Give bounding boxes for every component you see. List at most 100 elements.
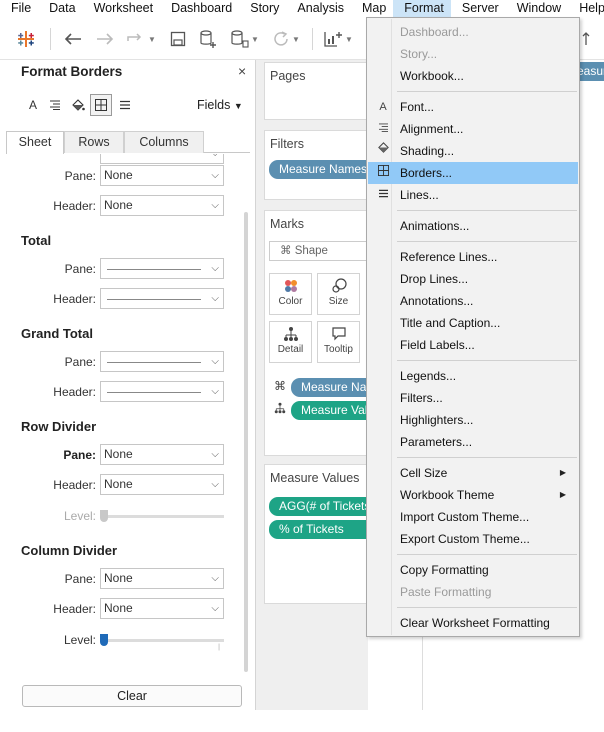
- row-divider-pane-label: Pane:: [63, 448, 96, 462]
- tab-sheet[interactable]: Sheet: [6, 131, 64, 154]
- pane-dropdown[interactable]: None ⌵: [100, 165, 224, 186]
- menu-item-cell-size[interactable]: Cell Size ▶: [368, 462, 578, 484]
- menu-map[interactable]: Map: [351, 0, 393, 17]
- clear-button[interactable]: Clear: [22, 685, 242, 707]
- menu-file[interactable]: File: [0, 0, 38, 17]
- grand-total-pane-dropdown[interactable]: ⌵: [100, 351, 224, 372]
- menu-separator: [397, 360, 577, 361]
- tooltip-button[interactable]: Tooltip: [317, 321, 360, 363]
- format-scrollbar[interactable]: [243, 212, 249, 732]
- menu-window[interactable]: Window: [506, 0, 568, 17]
- font-icon[interactable]: A: [22, 94, 44, 116]
- detail-button[interactable]: Detail: [269, 321, 312, 363]
- shading-icon[interactable]: [67, 94, 89, 116]
- menu-format[interactable]: Format: [393, 0, 451, 17]
- menu-item-import-custom-theme[interactable]: Import Custom Theme...: [368, 506, 578, 528]
- tab-columns[interactable]: Columns: [124, 131, 204, 153]
- column-divider-level-label: Level:: [63, 633, 96, 647]
- total-header-dropdown[interactable]: ⌵: [100, 288, 224, 309]
- slider-thumb[interactable]: [100, 510, 108, 522]
- menu-item-copy-formatting[interactable]: Copy Formatting: [368, 559, 578, 581]
- new-data-source-icon[interactable]: [196, 27, 220, 51]
- color-button[interactable]: Color: [269, 273, 312, 315]
- menu-dashboard[interactable]: Dashboard: [160, 0, 239, 17]
- menu-item-label: Story...: [400, 47, 438, 61]
- slider-thumb[interactable]: [100, 634, 108, 646]
- redo-menu-icon[interactable]: ▼: [124, 27, 158, 51]
- tooltip-icon: [318, 326, 359, 344]
- fields-dropdown[interactable]: Fields ▼: [197, 98, 243, 112]
- chevron-down-icon: ▼: [233, 101, 243, 111]
- swap-icon[interactable]: [580, 27, 600, 51]
- tableau-logo-icon[interactable]: [14, 27, 38, 51]
- menu-item-alignment[interactable]: Alignment...: [368, 118, 578, 140]
- menu-item-label: Reference Lines...: [400, 250, 498, 264]
- menu-item-filters[interactable]: Filters...: [368, 387, 578, 409]
- row-divider-level-slider[interactable]: [100, 510, 224, 522]
- menu-item-reference-lines[interactable]: Reference Lines...: [368, 246, 578, 268]
- color-icon: [270, 278, 311, 296]
- row-divider-pane-value: None: [104, 447, 133, 461]
- header-label: Header:: [53, 199, 96, 213]
- format-type-icons: A Fields ▼: [0, 94, 256, 120]
- menu-data[interactable]: Data: [38, 0, 82, 17]
- mark-type-dropdown[interactable]: ⌘ Shape: [269, 241, 379, 261]
- pane-value: None: [104, 168, 133, 182]
- tab-rows[interactable]: Rows: [64, 131, 124, 153]
- menu-item-field-labels[interactable]: Field Labels...: [368, 334, 578, 356]
- pause-updates-icon[interactable]: ▼: [226, 27, 262, 51]
- column-divider-pane-dropdown[interactable]: None ⌵: [100, 568, 224, 589]
- menu-item-export-custom-theme[interactable]: Export Custom Theme...: [368, 528, 578, 550]
- new-worksheet-icon[interactable]: ▼: [320, 27, 356, 51]
- menu-item-animations[interactable]: Animations...: [368, 215, 578, 237]
- tooltip-label: Tooltip: [324, 344, 353, 355]
- menu-story[interactable]: Story: [239, 0, 286, 17]
- menu-help[interactable]: Help: [568, 0, 604, 17]
- menu-item-annotations[interactable]: Annotations...: [368, 290, 578, 312]
- menu-item-lines[interactable]: Lines...: [368, 184, 578, 206]
- row-divider-title: Row Divider: [21, 419, 97, 434]
- menu-server[interactable]: Server: [451, 0, 506, 17]
- menu-item-label: Highlighters...: [400, 413, 474, 427]
- partial-dropdown[interactable]: ⌵: [100, 154, 224, 164]
- undo-icon[interactable]: [62, 27, 84, 51]
- header-dropdown[interactable]: None ⌵: [100, 195, 224, 216]
- column-divider-header-label: Header:: [53, 602, 96, 616]
- menu-analysis[interactable]: Analysis: [286, 0, 351, 17]
- row-divider-header-label: Header:: [53, 478, 96, 492]
- row-divider-pane-dropdown[interactable]: None ⌵: [100, 444, 224, 465]
- menu-item-title-and-caption[interactable]: Title and Caption...: [368, 312, 578, 334]
- row-divider-header-value: None: [104, 477, 133, 491]
- menu-item-clear-worksheet-formatting[interactable]: Clear Worksheet Formatting: [368, 612, 578, 634]
- menu-item-dashboard: Dashboard...: [368, 21, 578, 43]
- menu-item-legends[interactable]: Legends...: [368, 365, 578, 387]
- size-label: Size: [328, 296, 349, 307]
- menu-item-highlighters[interactable]: Highlighters...: [368, 409, 578, 431]
- menu-worksheet[interactable]: Worksheet: [83, 0, 161, 17]
- menu-item-label: Animations...: [400, 219, 470, 233]
- total-pane-dropdown[interactable]: ⌵: [100, 258, 224, 279]
- lines-icon: [374, 184, 392, 206]
- menu-item-font[interactable]: A Font...: [368, 96, 578, 118]
- menu-item-shading[interactable]: Shading...: [368, 140, 578, 162]
- close-icon[interactable]: ×: [238, 63, 246, 79]
- save-icon[interactable]: [168, 27, 188, 51]
- color-label: Color: [278, 296, 303, 307]
- size-button[interactable]: Size: [317, 273, 360, 315]
- grand-total-header-dropdown[interactable]: ⌵: [100, 381, 224, 402]
- menu-item-parameters[interactable]: Parameters...: [368, 431, 578, 453]
- lines-icon[interactable]: [114, 94, 136, 116]
- shelves-area: Pages Filters Measure Names Marks ⌘ Shap…: [256, 60, 431, 710]
- row-divider-header-dropdown[interactable]: None ⌵: [100, 474, 224, 495]
- alignment-icon[interactable]: [44, 94, 66, 116]
- column-divider-pane-label: Pane:: [64, 572, 96, 586]
- borders-icon[interactable]: [90, 94, 112, 116]
- menu-item-drop-lines[interactable]: Drop Lines...: [368, 268, 578, 290]
- refresh-icon[interactable]: ▼: [268, 27, 304, 51]
- redo-icon[interactable]: [94, 27, 116, 51]
- menu-item-borders[interactable]: Borders...: [368, 162, 578, 184]
- menu-item-workbook-theme[interactable]: Workbook Theme ▶: [368, 484, 578, 506]
- menu-item-workbook[interactable]: Workbook...: [368, 65, 578, 87]
- column-divider-level-slider[interactable]: |: [100, 634, 224, 651]
- column-divider-header-dropdown[interactable]: None ⌵: [100, 598, 224, 619]
